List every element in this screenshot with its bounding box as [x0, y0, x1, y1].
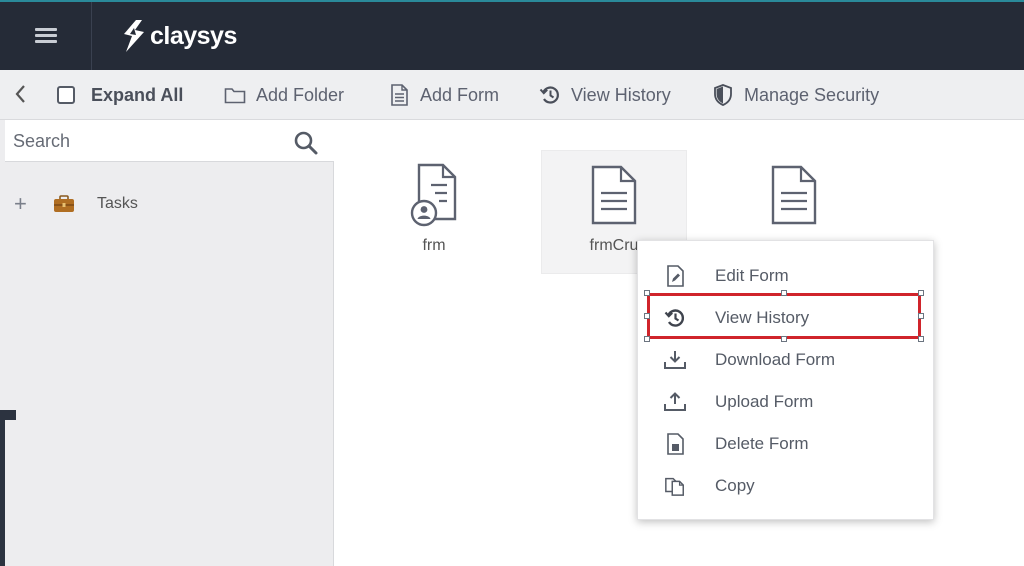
resize-handle	[918, 336, 924, 342]
logo-text: claysys	[150, 21, 237, 50]
menu-item-delete-form[interactable]: Delete Form	[638, 423, 935, 465]
top-header: claysys	[0, 0, 1024, 70]
context-menu: Edit Form View History Download Form Upl…	[637, 240, 934, 520]
shield-icon	[712, 84, 734, 106]
resize-handle	[918, 290, 924, 296]
chevron-left-icon	[15, 85, 25, 103]
form-document-icon	[591, 165, 637, 225]
sidebar-edge-fill	[5, 420, 16, 566]
edit-form-icon	[664, 265, 686, 287]
sidebar: + Tasks	[0, 120, 334, 566]
form-label: frmCru	[589, 237, 639, 254]
claysys-logo-mark-icon	[124, 20, 144, 52]
add-form-button[interactable]: Add Form	[388, 70, 499, 120]
tree-item-tasks[interactable]: + Tasks	[14, 191, 138, 217]
delete-form-icon	[664, 433, 686, 455]
hamburger-menu-button[interactable]	[0, 2, 92, 70]
view-history-label: View History	[571, 84, 671, 105]
add-folder-label: Add Folder	[256, 84, 345, 105]
search-input[interactable]	[13, 128, 283, 154]
highlight-box	[647, 293, 921, 339]
briefcase-icon	[53, 195, 75, 213]
menu-item-copy[interactable]: Copy	[638, 465, 935, 507]
resize-handle	[781, 290, 787, 296]
form-tile-frm[interactable]: frm	[361, 150, 507, 274]
resize-handle	[781, 336, 787, 342]
user-form-icon	[410, 163, 457, 227]
claysys-logo[interactable]: claysys	[120, 18, 237, 54]
resize-handle	[918, 313, 924, 319]
form-label: frm	[422, 237, 446, 254]
download-icon	[664, 349, 686, 371]
copy-icon	[664, 475, 686, 497]
resize-handle	[644, 290, 650, 296]
menu-item-label: Delete Form	[715, 434, 809, 453]
expand-all-checkbox[interactable]	[57, 86, 75, 104]
app-window: claysys Expand All Add Folder Add Form V…	[0, 0, 1024, 566]
menu-item-label: Edit Form	[715, 266, 789, 285]
add-folder-button[interactable]: Add Folder	[224, 70, 344, 120]
add-form-label: Add Form	[420, 84, 500, 105]
toolbar: Expand All Add Folder Add Form View Hist…	[0, 70, 1024, 120]
menu-item-label: Copy	[715, 476, 755, 495]
resize-handle	[644, 336, 650, 342]
view-history-button[interactable]: View History	[539, 70, 671, 120]
menu-item-label: Upload Form	[715, 392, 814, 411]
tree-item-label: Tasks	[97, 195, 138, 212]
document-icon	[388, 84, 410, 106]
form-document-icon	[771, 165, 817, 225]
expand-plus-icon[interactable]: +	[14, 191, 36, 217]
menu-item-label: Download Form	[715, 350, 835, 369]
highlight-dashed-inner	[652, 298, 916, 334]
expand-all-label[interactable]: Expand All	[91, 70, 183, 120]
search-icon[interactable]	[293, 130, 319, 156]
resize-handle	[644, 313, 650, 319]
search-box	[5, 120, 334, 162]
back-button[interactable]	[14, 84, 30, 106]
manage-security-button[interactable]: Manage Security	[712, 70, 879, 120]
hamburger-icon	[34, 28, 57, 44]
manage-security-label: Manage Security	[744, 84, 880, 105]
history-icon	[539, 84, 561, 106]
upload-icon	[664, 391, 686, 413]
folder-icon	[224, 84, 246, 106]
menu-item-upload-form[interactable]: Upload Form	[638, 381, 935, 423]
menu-item-download-form[interactable]: Download Form	[638, 339, 935, 381]
